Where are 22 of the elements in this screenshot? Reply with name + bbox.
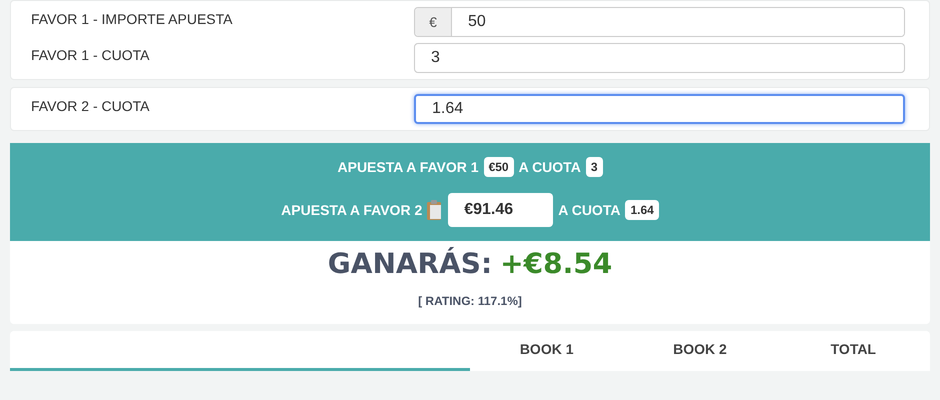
- clipboard-icon[interactable]: [427, 200, 444, 220]
- input-field[interactable]: 3: [414, 43, 905, 73]
- odds-value: 3: [586, 157, 602, 177]
- column-header: TOTAL: [830, 340, 877, 359]
- odds-label: A CUOTA: [518, 159, 581, 175]
- currency-prefix: €: [415, 8, 452, 36]
- field-label: FAVOR 1 - IMPORTE APUESTA: [31, 10, 234, 27]
- input-field[interactable]: € 50: [414, 7, 905, 37]
- result-label: GANARÁS:: [328, 247, 492, 280]
- column-header: BOOK 2: [672, 340, 728, 359]
- stake-value: €50: [484, 157, 514, 177]
- input-field[interactable]: 1.64: [414, 94, 905, 124]
- field-label: FAVOR 2 - CUOTA: [31, 97, 150, 114]
- odds-value: 1.64: [625, 200, 659, 220]
- odds-label: A CUOTA: [558, 202, 620, 218]
- profit-amount: +€8.54: [500, 247, 612, 280]
- summary-label: APUESTA A FAVOR 2: [281, 202, 422, 218]
- summary-label: APUESTA A FAVOR 1: [338, 159, 479, 175]
- stake-field[interactable]: €91.46: [448, 193, 554, 227]
- rating-text: [ RATING: 117.1%]: [418, 294, 522, 308]
- column-header: BOOK 1: [518, 340, 574, 359]
- field-label: FAVOR 1 - CUOTA: [31, 46, 150, 63]
